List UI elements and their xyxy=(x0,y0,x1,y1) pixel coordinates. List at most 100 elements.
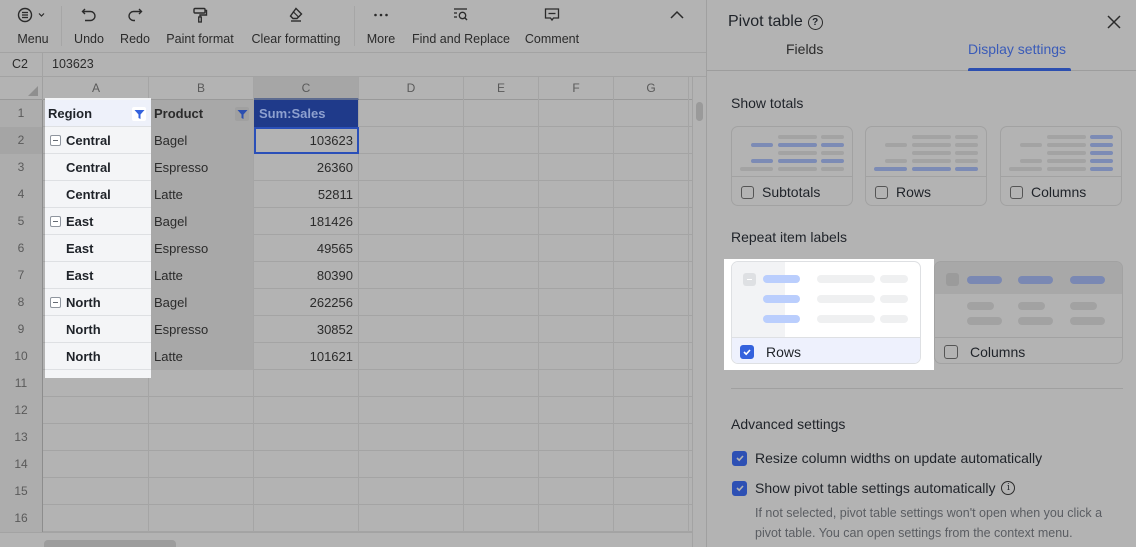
cell[interactable] xyxy=(614,181,689,208)
cell[interactable] xyxy=(254,505,359,532)
cell[interactable] xyxy=(44,505,149,532)
cell-sales[interactable]: 52811 xyxy=(254,181,359,208)
column-header-a[interactable]: A xyxy=(44,77,149,100)
cell[interactable] xyxy=(539,154,614,181)
cell-sum-sales-header[interactable]: Sum:Sales xyxy=(254,100,359,127)
cell-product[interactable]: Latte xyxy=(149,262,254,289)
row-header[interactable]: 13 xyxy=(0,424,43,451)
cell[interactable] xyxy=(359,478,464,505)
row-header[interactable]: 12 xyxy=(0,397,43,424)
cell-sales[interactable]: 30852 xyxy=(254,316,359,343)
cell[interactable] xyxy=(614,343,689,370)
filter-icon[interactable] xyxy=(235,107,249,121)
cell[interactable] xyxy=(464,127,539,154)
cell[interactable] xyxy=(149,505,254,532)
cell[interactable] xyxy=(44,397,149,424)
filter-icon[interactable] xyxy=(132,107,146,121)
info-icon[interactable]: i xyxy=(1001,481,1016,495)
cell[interactable] xyxy=(44,424,149,451)
subtotals-checkbox-row[interactable]: Subtotals xyxy=(732,177,852,205)
cell[interactable] xyxy=(359,370,464,397)
cell[interactable] xyxy=(359,100,464,127)
cell[interactable] xyxy=(359,505,464,532)
comment-button[interactable]: Comment xyxy=(524,0,580,53)
region-cell[interactable]: North xyxy=(45,343,151,370)
cell[interactable] xyxy=(254,424,359,451)
cell[interactable] xyxy=(614,316,689,343)
cell[interactable] xyxy=(254,370,359,397)
region-cell[interactable]: East xyxy=(45,235,151,262)
column-header-e[interactable]: E xyxy=(464,77,539,100)
row-header[interactable]: 7 xyxy=(0,262,43,289)
cell[interactable] xyxy=(614,208,689,235)
row-header[interactable]: 1 xyxy=(0,100,43,127)
column-header-d[interactable]: D xyxy=(359,77,464,100)
cell-product[interactable]: Bagel xyxy=(149,208,254,235)
resize-columns-option[interactable]: Resize column widths on update automatic… xyxy=(732,450,1042,466)
cell[interactable] xyxy=(614,235,689,262)
repeat-columns-checkbox[interactable] xyxy=(944,344,958,359)
cell-reference-box[interactable]: C2 xyxy=(0,53,43,77)
column-header-b[interactable]: B xyxy=(149,77,254,100)
column-header-f[interactable]: F xyxy=(539,77,614,100)
region-cell[interactable]: Central xyxy=(45,181,151,208)
tab-display-settings[interactable]: Display settings xyxy=(968,41,1066,57)
redo-button[interactable]: Redo xyxy=(118,0,152,53)
rows-totals-checkbox-row[interactable]: Rows xyxy=(866,177,986,205)
cell[interactable] xyxy=(614,154,689,181)
cell-sales[interactable]: 181426 xyxy=(254,208,359,235)
cell[interactable] xyxy=(464,424,539,451)
cell[interactable] xyxy=(614,289,689,316)
cell[interactable] xyxy=(614,451,689,478)
cell[interactable] xyxy=(254,451,359,478)
cell[interactable] xyxy=(359,451,464,478)
cell[interactable] xyxy=(44,451,149,478)
region-cell[interactable]: Central xyxy=(45,154,151,181)
rows-totals-checkbox[interactable] xyxy=(875,185,888,199)
cell[interactable] xyxy=(254,478,359,505)
cell[interactable] xyxy=(464,235,539,262)
more-button[interactable]: More xyxy=(366,0,396,53)
collapse-toolbar-button[interactable] xyxy=(666,0,688,53)
undo-button[interactable]: Undo xyxy=(72,0,106,53)
cell-sales[interactable]: 49565 xyxy=(254,235,359,262)
cell[interactable] xyxy=(539,289,614,316)
columns-totals-option-card[interactable]: Columns xyxy=(1000,126,1122,206)
columns-totals-checkbox[interactable] xyxy=(1010,185,1023,199)
repeat-rows-option-card[interactable]: Rows xyxy=(731,261,921,364)
region-cell[interactable]: North xyxy=(45,289,151,316)
cell[interactable] xyxy=(464,289,539,316)
cell[interactable] xyxy=(539,451,614,478)
cell-product[interactable]: Bagel xyxy=(149,127,254,154)
menu-button[interactable]: Menu xyxy=(16,0,50,53)
resize-columns-checkbox[interactable] xyxy=(732,450,747,466)
cell-sales[interactable]: 26360 xyxy=(254,154,359,181)
formula-input[interactable]: 103623 xyxy=(52,53,94,76)
cell[interactable] xyxy=(359,181,464,208)
cell-sales[interactable]: 80390 xyxy=(254,262,359,289)
cell[interactable] xyxy=(614,100,689,127)
column-header-g[interactable]: G xyxy=(614,77,689,100)
cell[interactable] xyxy=(464,100,539,127)
cell-sales[interactable]: 101621 xyxy=(254,343,359,370)
row-header[interactable]: 16 xyxy=(0,505,43,532)
region-header-cell[interactable]: Region xyxy=(45,100,151,127)
cell[interactable] xyxy=(539,424,614,451)
cell[interactable] xyxy=(149,451,254,478)
cell-sales-selected[interactable]: 103623 xyxy=(254,127,359,154)
cell[interactable] xyxy=(359,316,464,343)
row-header[interactable]: 2 xyxy=(0,127,43,154)
row-header[interactable]: 5 xyxy=(0,208,43,235)
cell[interactable] xyxy=(464,154,539,181)
region-cell[interactable]: East xyxy=(45,208,151,235)
subtotals-option-card[interactable]: Subtotals xyxy=(731,126,853,206)
close-icon[interactable] xyxy=(1106,14,1122,30)
select-all-corner[interactable] xyxy=(0,77,43,100)
cell[interactable] xyxy=(149,397,254,424)
cell-product[interactable]: Espresso xyxy=(149,154,254,181)
subtotals-checkbox[interactable] xyxy=(741,185,754,199)
cell[interactable] xyxy=(464,208,539,235)
cell[interactable] xyxy=(539,316,614,343)
cell[interactable] xyxy=(359,208,464,235)
horizontal-scroll-thumb[interactable] xyxy=(44,540,176,547)
